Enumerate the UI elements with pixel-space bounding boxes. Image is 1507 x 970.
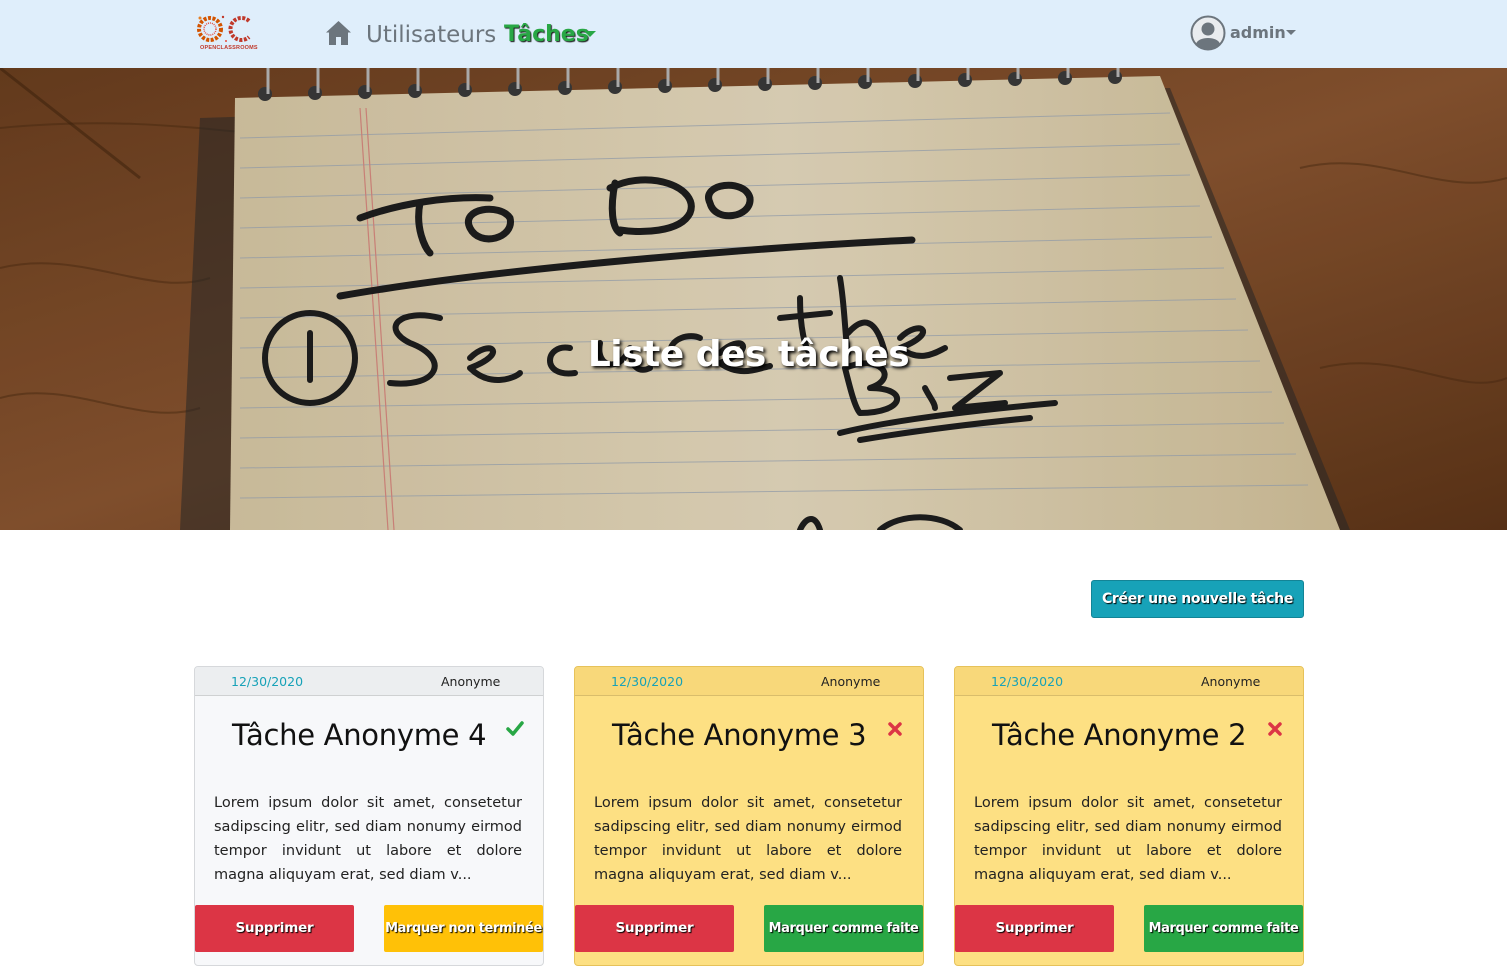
task-card-header: 12/30/2020 Anonyme — [955, 667, 1303, 696]
task-author: Anonyme — [821, 674, 881, 689]
task-card: 12/30/2020 Anonyme Tâche Anonyme 2 Lorem… — [954, 666, 1304, 966]
task-date: 12/30/2020 — [231, 674, 304, 689]
task-excerpt: Lorem ipsum dolor sit amet, consetetur s… — [214, 795, 522, 883]
user-avatar-icon[interactable] — [1190, 15, 1226, 51]
task-title[interactable]: Tâche Anonyme 3 — [612, 715, 867, 755]
task-title[interactable]: Tâche Anonyme 4 — [232, 715, 487, 755]
chevron-down-icon[interactable] — [1286, 30, 1296, 35]
chevron-down-icon[interactable] — [584, 31, 596, 37]
task-author: Anonyme — [441, 674, 501, 689]
mark-done-button[interactable]: Marquer comme faite — [764, 905, 923, 952]
task-author: Anonyme — [1201, 674, 1261, 689]
task-card: 12/30/2020 Anonyme Tâche Anonyme 3 Lorem… — [574, 666, 924, 966]
cross-icon — [888, 722, 902, 736]
create-task-button[interactable]: Créer une nouvelle tâche — [1091, 580, 1304, 618]
cross-icon — [1268, 722, 1282, 736]
logo-mark-icon — [197, 15, 251, 42]
mark-undone-button[interactable]: Marquer non terminée — [384, 905, 543, 952]
delete-task-button[interactable]: Supprimer — [575, 905, 734, 952]
task-excerpt: Lorem ipsum dolor sit amet, consetetur s… — [974, 795, 1282, 883]
check-icon — [506, 721, 524, 736]
task-title[interactable]: Tâche Anonyme 2 — [992, 715, 1247, 755]
task-card-header: 12/30/2020 Anonyme — [195, 667, 543, 696]
mark-done-button[interactable]: Marquer comme faite — [1144, 905, 1303, 952]
hero-banner: Liste des tâches — [0, 68, 1507, 530]
task-date: 12/30/2020 — [991, 674, 1064, 689]
home-icon[interactable] — [325, 20, 352, 46]
hero-notebook-image — [0, 68, 1507, 530]
task-card: 12/30/2020 Anonyme Tâche Anonyme 4 Lorem… — [194, 666, 544, 966]
page-title: Liste des tâches — [587, 334, 910, 375]
nav-link-tasks[interactable]: Tâches — [504, 20, 589, 50]
nav-link-users[interactable]: Utilisateurs — [366, 20, 496, 50]
task-card-header: 12/30/2020 Anonyme — [575, 667, 923, 696]
delete-task-button[interactable]: Supprimer — [955, 905, 1114, 952]
logo-text: OPENCLASSROOMS — [200, 45, 258, 51]
task-date: 12/30/2020 — [611, 674, 684, 689]
user-menu-label[interactable]: admin — [1230, 22, 1286, 44]
delete-task-button[interactable]: Supprimer — [195, 905, 354, 952]
openclassrooms-logo[interactable]: OPENCLASSROOMS — [196, 14, 258, 54]
task-excerpt: Lorem ipsum dolor sit amet, consetetur s… — [594, 795, 902, 883]
navbar: OPENCLASSROOMS Utilisateurs Tâches admin — [0, 0, 1507, 68]
